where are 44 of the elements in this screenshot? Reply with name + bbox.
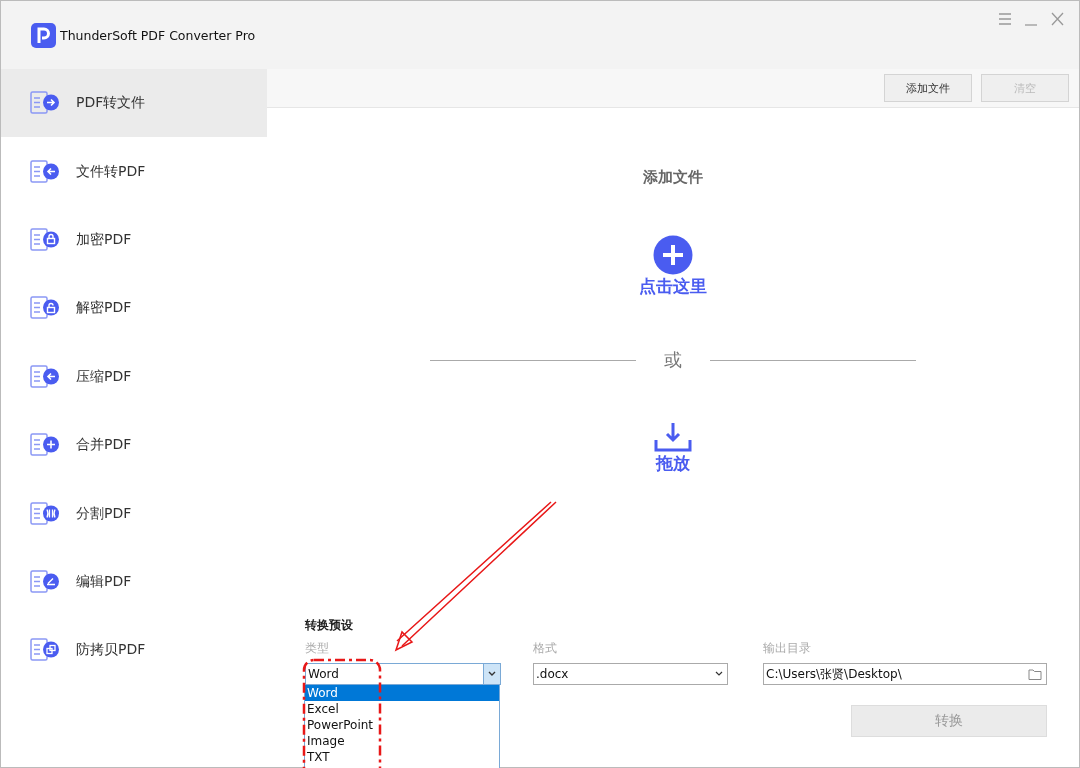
caret-icon: [715, 671, 723, 677]
document-icon: [30, 227, 60, 252]
field-label: 类型: [305, 640, 330, 657]
type-dropdown[interactable]: Word: [305, 663, 501, 685]
toolbar-button[interactable]: 添加文件: [884, 74, 972, 102]
dropdown-option[interactable]: Word: [305, 685, 499, 701]
close-icon[interactable]: [1049, 11, 1065, 27]
app-logo: [31, 22, 56, 48]
menu-icon[interactable]: [997, 11, 1013, 27]
sidebar-item[interactable]: 文件转PDF: [1, 137, 267, 206]
sidebar-item[interactable]: PDF转文件: [1, 69, 267, 138]
sidebar-item[interactable]: 压缩PDF: [1, 342, 267, 411]
document-icon: [30, 433, 60, 458]
dropdown-option[interactable]: Excel: [305, 701, 499, 717]
document-icon: [30, 91, 60, 116]
sidebar-item[interactable]: 合并PDF: [1, 410, 267, 480]
sidebar-item[interactable]: 编辑PDF: [1, 547, 267, 617]
folder-icon[interactable]: [1028, 668, 1042, 680]
output-folder-field[interactable]: C:\Users\张贤\Desktop\: [763, 663, 1047, 685]
add-icon[interactable]: [653, 235, 693, 275]
field-label: 输出目录: [763, 640, 812, 657]
sidebar-item[interactable]: 分割PDF: [1, 479, 267, 548]
document-icon: [30, 159, 60, 184]
document-icon: [30, 638, 60, 663]
click-here-link[interactable]: 点击这里: [639, 275, 707, 298]
dropdown-option[interactable]: PowerPoint: [305, 717, 499, 733]
document-icon: [30, 501, 60, 526]
document-icon: [30, 569, 60, 594]
drag-drop-label: 拖放: [656, 452, 690, 475]
window-title: ThunderSoft PDF Converter Pro: [60, 27, 256, 43]
drop-zone-title: 添加文件: [643, 168, 703, 187]
download-icon: [654, 422, 692, 452]
sidebar-item[interactable]: 解密PDF: [1, 274, 267, 343]
document-icon: [30, 364, 60, 389]
caret-icon: [488, 671, 496, 677]
separator-text: 或: [664, 348, 682, 372]
sidebar-item[interactable]: 加密PDF: [1, 205, 267, 275]
section-title: 转换预设: [305, 617, 354, 634]
dropdown-option[interactable]: Image: [305, 733, 499, 749]
sidebar-item[interactable]: 防拷贝PDF: [1, 616, 267, 685]
field-label: 格式: [533, 640, 558, 657]
format-dropdown[interactable]: .docx: [533, 663, 728, 685]
dropdown-option[interactable]: TXT: [305, 749, 499, 765]
document-icon: [30, 296, 60, 321]
